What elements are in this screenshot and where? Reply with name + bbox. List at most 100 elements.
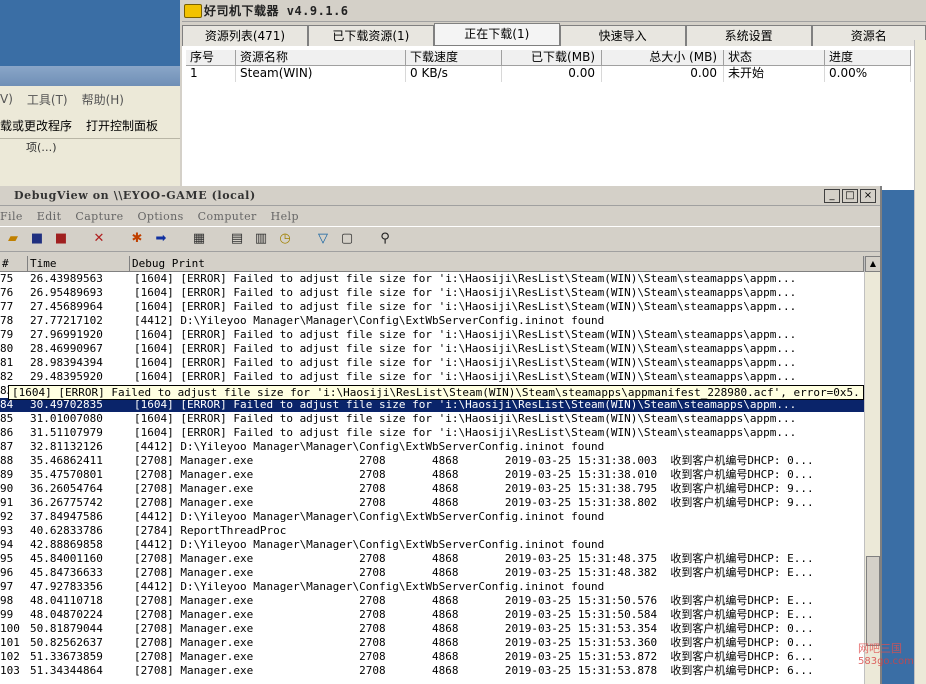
debugview-window: DebugView on \\EYOO-GAME (local) _ □ × F… [0, 186, 882, 684]
watermark-line1: 网吧三国 [858, 642, 902, 655]
log-row[interactable]: 95 45.84001160 [2708] Manager.exe 2708 486… [0, 552, 880, 566]
tab-downloading[interactable]: 正在下载(1) [433, 23, 560, 45]
log-time: 48.04110718 [30, 594, 103, 607]
minimize-button[interactable]: _ [824, 188, 840, 203]
log-text: [4412] D:\Yileyoo Manager\Manager\Config… [134, 510, 605, 523]
log-row[interactable]: 100 50.81879044 [2708] Manager.exe 2708 48… [0, 622, 880, 636]
log-number: 97 [0, 580, 14, 593]
log-row[interactable]: 91 36.26775742 [2708] Manager.exe 2708 486… [0, 496, 880, 510]
log-row[interactable]: 82 29.48395920 [1604] [ERROR] Failed to ad… [0, 370, 880, 384]
log-row[interactable]: 77 27.45689964 [1604] [ERROR] Failed to ad… [0, 300, 880, 314]
log-time: 26.43989563 [30, 272, 103, 285]
cell-downloaded: 0.00 [502, 66, 602, 82]
maximize-button[interactable]: □ [842, 188, 858, 203]
column-header-size[interactable]: 总大小 (MB) [602, 50, 724, 66]
log-row[interactable]: 94 42.88869858 [4412] D:\Yileyoo Manager\M… [0, 538, 880, 552]
tab-resource-list[interactable]: 资源列表(471) [182, 25, 308, 46]
column-header-debug-print[interactable]: Debug Print [130, 256, 864, 271]
log-row[interactable]: 101 50.82562637 [2708] Manager.exe 2708 48… [0, 636, 880, 650]
menu-options[interactable]: Options [138, 210, 184, 223]
log-row[interactable]: 92 37.84947586 [4412] D:\Yileyoo Manager\M… [0, 510, 880, 524]
close-button[interactable]: × [860, 188, 876, 203]
connect-icon[interactable]: ▢ [338, 231, 356, 247]
log-row[interactable]: 81 28.98394394 [1604] [ERROR] Failed to ad… [0, 356, 880, 370]
time-icon[interactable]: ▦ [190, 231, 208, 247]
log-text: [1604] [ERROR] Failed to adjust file siz… [134, 328, 797, 341]
log-row[interactable]: 84 30.49702835 [1604] [ERROR] Failed to ad… [0, 398, 880, 412]
debugview-titlebar[interactable]: DebugView on \\EYOO-GAME (local) _ □ × [0, 186, 880, 206]
log-time: 26.95489693 [30, 286, 103, 299]
history-icon[interactable]: ▽ [314, 231, 332, 247]
clock-icon[interactable]: ◷ [276, 231, 294, 247]
log-number: 91 [0, 496, 14, 509]
filter-icon[interactable]: ▤ [228, 231, 246, 247]
autoscroll-icon[interactable]: ➡ [152, 231, 170, 247]
tab-settings[interactable]: 系统设置 [685, 25, 812, 46]
tab-downloaded[interactable]: 已下载资源(1) [307, 25, 434, 46]
menu-tools[interactable]: 工具(T) [27, 91, 68, 108]
log-row[interactable]: 93 40.62833786 [2784] ReportThreadProc [0, 524, 880, 538]
log-row[interactable]: 99 48.04870224 [2708] Manager.exe 2708 486… [0, 608, 880, 622]
downloader-titlebar[interactable]: 好司机下载器 v4.9.1.6 [182, 0, 926, 22]
menu-file[interactable]: File [0, 210, 23, 223]
log-row[interactable]: 90 36.26054764 [2708] Manager.exe 2708 486… [0, 482, 880, 496]
clear-icon[interactable]: ✕ [90, 231, 108, 247]
column-header-status[interactable]: 状态 [724, 50, 825, 66]
log-row[interactable]: 102 51.33673859 [2708] Manager.exe 2708 48… [0, 650, 880, 664]
explorer-titlebar[interactable] [0, 66, 182, 86]
save-icon[interactable]: ■ [28, 231, 46, 247]
column-header-number[interactable]: # [0, 256, 28, 271]
menu-help[interactable]: Help [271, 210, 299, 223]
column-header-id[interactable]: 序号 [186, 50, 236, 66]
log-text: [2708] Manager.exe 2708 4868 2019-03-25 … [134, 636, 814, 649]
menu-edit[interactable]: Edit [37, 210, 62, 223]
table-row[interactable]: 1 Steam(WIN) 0 KB/s 0.00 0.00 未开始 0.00% [186, 66, 926, 82]
log-row[interactable]: 80 28.46990967 [1604] [ERROR] Failed to ad… [0, 342, 880, 356]
log-row[interactable]: 78 27.77217102 [4412] D:\Yileyoo Manager\M… [0, 314, 880, 328]
scrollbar-thumb[interactable] [866, 556, 880, 646]
column-header-name[interactable]: 资源名称 [236, 50, 406, 66]
menu-view[interactable]: V) [0, 92, 13, 106]
menu-capture[interactable]: Capture [75, 210, 123, 223]
vertical-scrollbar[interactable]: ▲ [864, 256, 881, 684]
highlight-icon[interactable]: ▥ [252, 231, 270, 247]
tab-resource-name[interactable]: 资源名 [811, 25, 926, 46]
column-header-progress[interactable]: 进度 [825, 50, 911, 66]
uninstall-program-button[interactable]: 载或更改程序 [0, 117, 72, 134]
menu-computer[interactable]: Computer [198, 210, 257, 223]
log-row[interactable]: 86 31.51107979 [1604] [ERROR] Failed to ad… [0, 426, 880, 440]
scroll-up-arrow-icon[interactable]: ▲ [865, 256, 881, 272]
log-row[interactable]: 97 47.92783356 [4412] D:\Yileyoo Manager\M… [0, 580, 880, 594]
log-text: [1604] [ERROR] Failed to adjust file siz… [134, 300, 797, 313]
open-folder-icon[interactable]: ▰ [4, 231, 22, 247]
log-row[interactable]: 88 35.46862411 [2708] Manager.exe 2708 486… [0, 454, 880, 468]
log-number: 81 [0, 356, 14, 369]
log-number: 87 [0, 440, 14, 453]
tab-quick-import[interactable]: 快速导入 [559, 25, 686, 46]
column-header-speed[interactable]: 下载速度 [406, 50, 502, 66]
log-row[interactable]: 75 26.43989563 [1604] [ERROR] Failed to ad… [0, 272, 880, 286]
column-header-downloaded[interactable]: 已下载(MB) [502, 50, 602, 66]
log-row[interactable]: 98 48.04110718 [2708] Manager.exe 2708 486… [0, 594, 880, 608]
log-row[interactable]: 85 31.01007080 [1604] [ERROR] Failed to ad… [0, 412, 880, 426]
find-icon[interactable]: ⚲ [376, 231, 394, 247]
log-text: [2708] Manager.exe 2708 4868 2019-03-25 … [134, 454, 814, 467]
log-row[interactable]: 89 35.47570801 [2708] Manager.exe 2708 486… [0, 468, 880, 482]
log-row[interactable]: 96 45.84736633 [2708] Manager.exe 2708 486… [0, 566, 880, 580]
debug-output-list[interactable]: # Time Debug Print 75 26.43989563 [1604] [… [0, 256, 880, 684]
menu-help[interactable]: 帮助(H) [82, 91, 124, 108]
open-control-panel-button[interactable]: 打开控制面板 [86, 117, 158, 134]
column-header-time[interactable]: Time [28, 256, 130, 271]
capture-icon[interactable]: ✱ [128, 231, 146, 247]
log-time: 36.26054764 [30, 482, 103, 495]
log-number: 100 [0, 622, 20, 635]
log-row[interactable]: 87 32.81132126 [4412] D:\Yileyoo Manager\M… [0, 440, 880, 454]
log-row[interactable]: 103 51.34344864 [2708] Manager.exe 2708 48… [0, 664, 880, 678]
log-text: [2708] Manager.exe 2708 4868 2019-03-25 … [134, 650, 814, 663]
downloader-window: 好司机下载器 v4.9.1.6 资源列表(471) 已下载资源(1) 正在下载(… [180, 0, 926, 190]
log-time: 40.62833786 [30, 524, 103, 537]
log-row[interactable]: 79 27.96991920 [1604] [ERROR] Failed to ad… [0, 328, 880, 342]
save-as-icon[interactable]: ■ [52, 231, 70, 247]
log-row[interactable]: 76 26.95489693 [1604] [ERROR] Failed to ad… [0, 286, 880, 300]
log-number: 102 [0, 650, 20, 663]
